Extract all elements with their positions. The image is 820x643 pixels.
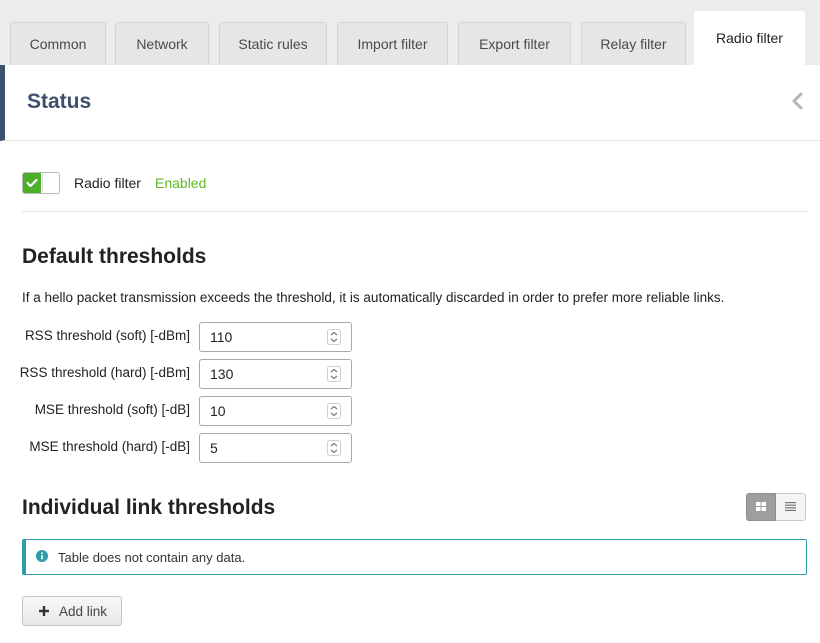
tab-label: Relay filter [600, 36, 667, 52]
toggle-knob [42, 174, 59, 192]
tab-import-filter[interactable]: Import filter [337, 22, 448, 65]
spinner-icon[interactable] [327, 403, 341, 419]
tab-radio-filter[interactable]: Radio filter [694, 11, 805, 65]
tab-label: Import filter [357, 36, 428, 52]
tab-label: Common [29, 36, 87, 52]
tab-label: Network [136, 36, 188, 52]
tab-label: Export filter [479, 36, 550, 52]
toggle-label: Radio filter [74, 175, 141, 191]
list-view-button[interactable] [776, 493, 806, 521]
tab-common[interactable]: Common [10, 22, 106, 65]
grid-icon [756, 502, 766, 511]
spinner-icon[interactable] [327, 366, 341, 382]
rss-soft-input[interactable]: 110 [199, 322, 352, 352]
divider [22, 211, 807, 212]
grid-view-button[interactable] [746, 493, 776, 521]
empty-table-notice: Table does not contain any data. [22, 539, 807, 575]
tab-static-rules[interactable]: Static rules [219, 22, 327, 65]
tab-export-filter[interactable]: Export filter [458, 22, 571, 65]
input-value: 10 [210, 403, 226, 419]
default-thresholds-heading: Default thresholds [22, 245, 207, 268]
tab-label: Radio filter [716, 30, 783, 46]
tab-label: Static rules [238, 36, 308, 52]
mse-soft-input[interactable]: 10 [199, 396, 352, 426]
field-label-rss-hard: RSS threshold (hard) [-dBm] [19, 365, 190, 380]
field-label-mse-soft: MSE threshold (soft) [-dB] [34, 402, 190, 417]
input-value: 130 [210, 366, 234, 382]
info-icon [36, 550, 48, 562]
status-section-header[interactable]: Status [0, 65, 820, 141]
section-title: Status [27, 90, 92, 113]
toggle-status-text: Enabled [155, 175, 207, 191]
tab-bar: Common Network Static rules Import filte… [0, 0, 820, 65]
toggle-on-indicator [23, 173, 41, 193]
plus-icon [39, 606, 49, 616]
mse-hard-input[interactable]: 5 [199, 433, 352, 463]
tab-panel: Status Radio filter Enabled Default thre… [0, 65, 820, 643]
spinner-icon[interactable] [327, 329, 341, 345]
field-label-mse-hard: MSE threshold (hard) [-dB] [29, 439, 190, 454]
empty-table-text: Table does not contain any data. [58, 550, 246, 565]
list-icon [785, 502, 796, 511]
input-value: 110 [210, 329, 233, 345]
individual-thresholds-heading: Individual link thresholds [22, 496, 276, 519]
thresholds-description: If a hello packet transmission exceeds t… [22, 290, 725, 305]
tab-relay-filter[interactable]: Relay filter [581, 22, 686, 65]
add-link-button[interactable]: Add link [22, 596, 122, 626]
input-value: 5 [210, 440, 218, 456]
spinner-icon[interactable] [327, 440, 341, 456]
field-label-rss-soft: RSS threshold (soft) [-dBm] [24, 328, 190, 343]
rss-hard-input[interactable]: 130 [199, 359, 352, 389]
check-icon [26, 178, 38, 188]
add-link-label: Add link [59, 604, 108, 619]
tab-network[interactable]: Network [115, 22, 209, 65]
radio-filter-toggle[interactable] [22, 172, 60, 194]
chevron-left-icon[interactable] [790, 91, 806, 111]
